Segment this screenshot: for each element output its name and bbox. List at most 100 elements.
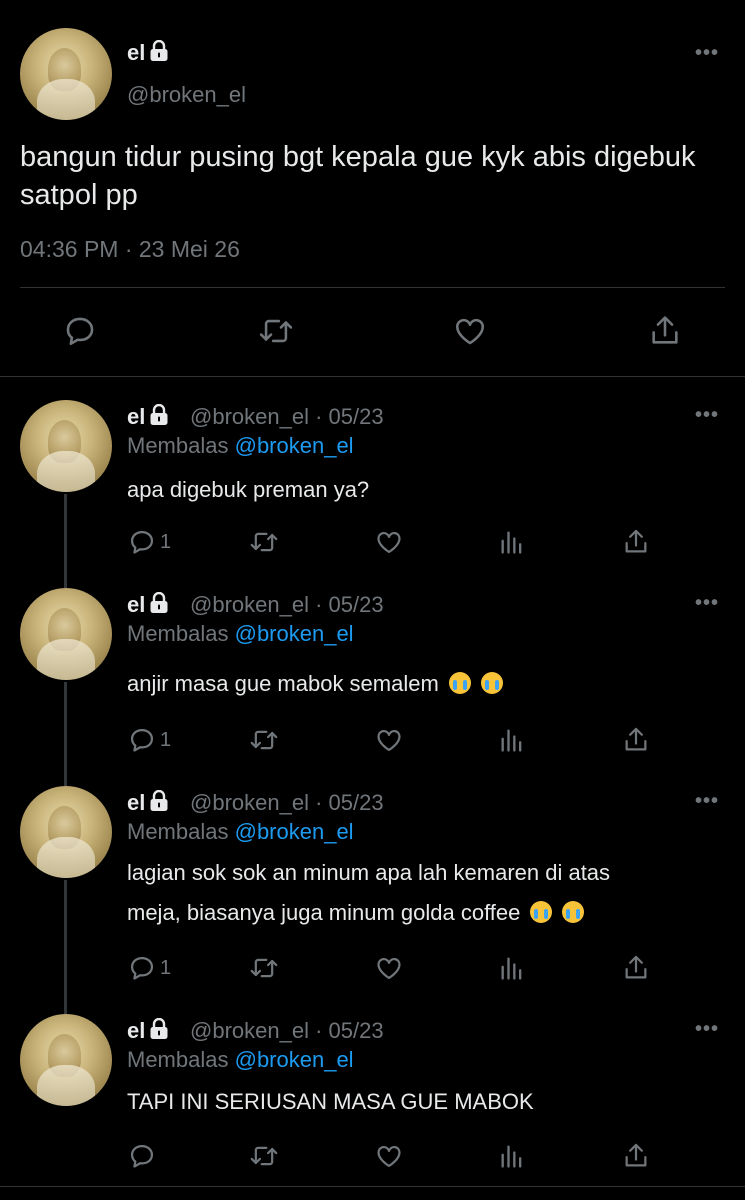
share-button[interactable] bbox=[648, 313, 682, 349]
tweet-timestamp[interactable]: 04:36 PM · 23 Mei 26 bbox=[20, 236, 240, 263]
like-button[interactable] bbox=[374, 954, 404, 982]
reply-count: 1 bbox=[160, 956, 172, 979]
retweet-button[interactable] bbox=[248, 726, 280, 754]
mention-link[interactable]: @broken_el bbox=[235, 819, 354, 844]
more-icon[interactable]: ••• bbox=[695, 404, 719, 427]
replying-label: Membalas bbox=[127, 819, 229, 844]
display-name[interactable]: el bbox=[127, 404, 169, 430]
share-button[interactable] bbox=[622, 1141, 650, 1171]
handle-date[interactable]: @broken_el · 05/23 bbox=[190, 404, 384, 430]
avatar[interactable] bbox=[20, 28, 112, 120]
display-name[interactable]: el bbox=[127, 592, 169, 618]
reply-icon bbox=[130, 956, 154, 980]
share-icon bbox=[625, 529, 647, 553]
more-icon[interactable]: ••• bbox=[695, 790, 719, 813]
divider bbox=[0, 1186, 745, 1187]
avatar[interactable] bbox=[20, 400, 112, 492]
views-icon bbox=[501, 729, 522, 752]
reply-text-line: meja, biasanya juga minum golda coffee bbox=[127, 893, 727, 933]
display-name-text: el bbox=[127, 1018, 146, 1043]
tweet-text: bangun tidur pusing bgt kepala gue kyk a… bbox=[20, 141, 696, 211]
reply-count: 1 bbox=[160, 728, 172, 751]
share-icon bbox=[625, 955, 647, 979]
lock-icon bbox=[150, 790, 168, 811]
views-button[interactable] bbox=[498, 726, 526, 754]
share-icon bbox=[625, 1143, 647, 1167]
reply-icon bbox=[66, 317, 94, 346]
display-name-text: el bbox=[127, 592, 146, 617]
display-name[interactable]: el bbox=[127, 40, 169, 66]
handle[interactable]: @broken_el bbox=[127, 82, 246, 108]
replying-to: Membalas @broken_el bbox=[127, 819, 354, 845]
replying-label: Membalas bbox=[127, 1047, 229, 1072]
reply-button[interactable] bbox=[63, 314, 97, 348]
reply-text: lagian sok sok an minum apa lah kemaren … bbox=[127, 853, 727, 933]
reply-text: apa digebuk preman ya? bbox=[127, 477, 370, 502]
like-icon bbox=[377, 958, 401, 980]
share-button[interactable] bbox=[622, 725, 650, 755]
like-button[interactable] bbox=[374, 528, 404, 556]
retweet-icon bbox=[259, 319, 293, 343]
display-name-text: el bbox=[127, 40, 146, 65]
share-button[interactable] bbox=[622, 527, 650, 557]
loudly-crying-face-emoji bbox=[480, 672, 503, 694]
views-icon bbox=[501, 531, 522, 554]
more-icon[interactable]: ••• bbox=[695, 42, 719, 65]
reply-text: anjir masa gue mabok semalem bbox=[127, 664, 727, 704]
retweet-button[interactable] bbox=[257, 314, 295, 348]
replying-label: Membalas bbox=[127, 433, 229, 458]
like-icon bbox=[377, 730, 401, 752]
display-name-text: el bbox=[127, 790, 146, 815]
handle-date[interactable]: @broken_el · 05/23 bbox=[190, 790, 384, 816]
display-name[interactable]: el bbox=[127, 1018, 169, 1044]
reply-icon bbox=[130, 1144, 154, 1168]
reply-text-content: meja, biasanya juga minum golda coffee bbox=[127, 900, 521, 925]
avatar[interactable] bbox=[20, 1014, 112, 1106]
loudly-crying-face-emoji bbox=[448, 672, 471, 694]
like-button[interactable] bbox=[452, 314, 488, 348]
reply-button[interactable]: 1 bbox=[128, 954, 171, 982]
reply-button[interactable]: 1 bbox=[128, 726, 171, 754]
avatar[interactable] bbox=[20, 588, 112, 680]
handle-date[interactable]: @broken_el · 05/23 bbox=[190, 592, 384, 618]
reply-button[interactable]: 1 bbox=[128, 528, 171, 556]
retweet-icon bbox=[250, 532, 278, 552]
like-icon bbox=[377, 1146, 401, 1168]
views-icon bbox=[501, 957, 522, 980]
like-icon bbox=[377, 532, 401, 554]
reply-text-content: anjir masa gue mabok semalem bbox=[127, 671, 439, 696]
replying-label: Membalas bbox=[127, 621, 229, 646]
thread-line bbox=[64, 494, 67, 588]
mention-link[interactable]: @broken_el bbox=[235, 621, 354, 646]
retweet-button[interactable] bbox=[248, 954, 280, 982]
replying-to: Membalas @broken_el bbox=[127, 621, 354, 647]
display-name-text: el bbox=[127, 404, 146, 429]
thread-line bbox=[64, 880, 67, 1014]
reply-text: TAPI INI SERIUSAN MASA GUE MABOK bbox=[127, 1089, 534, 1114]
share-icon bbox=[652, 316, 678, 344]
more-icon[interactable]: ••• bbox=[695, 592, 719, 615]
loudly-crying-face-emoji bbox=[530, 901, 553, 923]
share-button[interactable] bbox=[622, 953, 650, 983]
reply-icon bbox=[130, 530, 154, 554]
retweet-button[interactable] bbox=[248, 1142, 280, 1170]
mention-link[interactable]: @broken_el bbox=[235, 1047, 354, 1072]
lock-icon bbox=[150, 1018, 168, 1039]
views-button[interactable] bbox=[498, 528, 526, 556]
reply-button[interactable] bbox=[128, 1142, 160, 1170]
views-button[interactable] bbox=[498, 954, 526, 982]
like-button[interactable] bbox=[374, 726, 404, 754]
handle-date[interactable]: @broken_el · 05/23 bbox=[190, 1018, 384, 1044]
divider bbox=[0, 376, 745, 377]
like-icon bbox=[455, 318, 485, 345]
like-button[interactable] bbox=[374, 1142, 404, 1170]
retweet-button[interactable] bbox=[248, 528, 280, 556]
retweet-icon bbox=[250, 1146, 278, 1166]
more-icon[interactable]: ••• bbox=[695, 1018, 719, 1041]
lock-icon bbox=[150, 404, 168, 425]
mention-link[interactable]: @broken_el bbox=[235, 433, 354, 458]
views-button[interactable] bbox=[498, 1142, 526, 1170]
avatar[interactable] bbox=[20, 786, 112, 878]
display-name[interactable]: el bbox=[127, 790, 169, 816]
divider bbox=[20, 287, 725, 288]
